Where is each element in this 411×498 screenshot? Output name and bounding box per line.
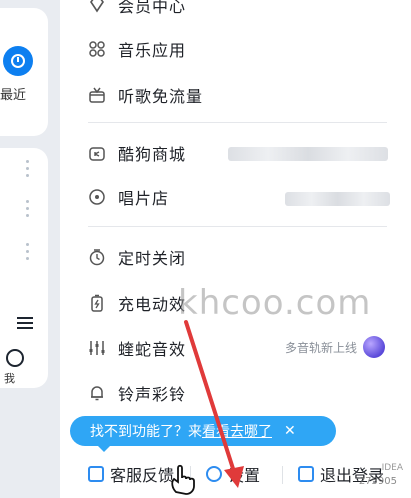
menu-item-free-data[interactable]: 听歌免流量 [88, 80, 203, 110]
feedback-button[interactable]: 客服反馈 [88, 462, 174, 486]
drawer-bottom-bar: 客服反馈 设置 退出登录 [60, 452, 411, 498]
feature-moved-tooltip[interactable]: 找不到功能了？来 看看去哪了 ✕ [70, 416, 336, 446]
corner-watermark-top: IDEA [381, 463, 403, 473]
menu-item-label: 会员中心 [118, 0, 187, 16]
blurred-promo-text [228, 147, 388, 161]
menu-item-label: 唱片店 [118, 189, 170, 208]
corner-watermark-bottom: 275905 [358, 476, 397, 487]
menu-item-label: 酷狗商城 [118, 145, 187, 164]
timer-icon [88, 248, 106, 266]
menu-item-label: 充电动效 [118, 295, 187, 314]
me-tab-icon[interactable] [6, 349, 24, 367]
bell-icon [88, 384, 106, 402]
menu-item-timer-off[interactable]: 定时关闭 [88, 242, 186, 272]
menu-item-charging-effect[interactable]: 充电动效 [88, 288, 186, 318]
list-icon[interactable] [17, 317, 33, 331]
menu-item-kugou-mall[interactable]: 酷狗商城 [88, 138, 186, 168]
apps-grid-icon [88, 40, 106, 58]
feedback-label: 客服反馈 [110, 466, 175, 485]
watermark-text: khcoo.com [178, 283, 372, 323]
planet-badge-icon [363, 336, 385, 358]
menu-item-label: 定时关闭 [118, 249, 187, 268]
recent-label: 最近 [0, 88, 27, 103]
battery-icon [88, 294, 106, 312]
more-dots-icon[interactable] [26, 243, 30, 264]
settings-label: 设置 [228, 466, 261, 485]
menu-item-label: 蝰蛇音效 [118, 340, 187, 359]
menu-item-label: 铃声彩铃 [118, 385, 187, 404]
diamond-icon [88, 0, 106, 14]
shop-bag-icon [88, 144, 106, 162]
pointer-hand-icon [171, 464, 195, 495]
settings-button[interactable]: 设置 [206, 462, 260, 486]
gear-icon [206, 466, 222, 482]
bottom-separator [282, 466, 283, 484]
multitrack-new-note: 多音轨新上线 [284, 341, 357, 355]
menu-item-viper-sound[interactable]: 蝰蛇音效 [88, 333, 186, 363]
section-divider [88, 226, 387, 227]
me-tab-label[interactable]: 我 [4, 370, 15, 386]
feedback-icon [88, 466, 104, 482]
close-icon[interactable]: ✕ [284, 423, 296, 439]
more-dots-icon[interactable] [26, 160, 30, 181]
tooltip-tail [97, 445, 111, 452]
menu-item-music-apps[interactable]: 音乐应用 [88, 34, 186, 64]
home-side-strip: 最近 我 [0, 0, 60, 498]
tooltip-text: 找不到功能了？来 [90, 424, 202, 440]
menu-item-label: 音乐应用 [118, 41, 187, 60]
menu-item-vip-center[interactable]: 会员中心 [88, 0, 186, 20]
disc-icon [88, 188, 106, 206]
menu-item-record-store[interactable]: 唱片店 [88, 182, 169, 212]
more-dots-icon[interactable] [26, 200, 30, 221]
tooltip-link[interactable]: 看看去哪了 [202, 421, 272, 441]
recent-clock-icon[interactable] [3, 46, 33, 76]
blurred-promo-text [285, 192, 390, 206]
equalizer-icon [88, 339, 106, 357]
menu-item-label: 听歌免流量 [118, 87, 204, 106]
menu-item-ringtone[interactable]: 铃声彩铃 [88, 378, 186, 408]
logout-icon [298, 466, 314, 482]
gift-icon [88, 86, 106, 104]
section-divider [88, 122, 387, 123]
